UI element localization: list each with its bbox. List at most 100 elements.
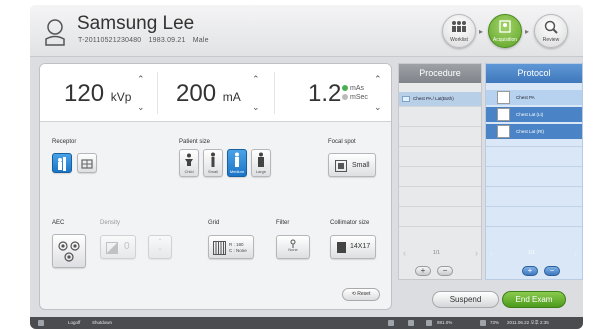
- protocol-item[interactable]: Chest Lat (Rt): [486, 124, 582, 139]
- step-worklist[interactable]: Worklist: [442, 14, 476, 48]
- ma-up-button[interactable]: ⌃: [252, 74, 260, 85]
- density-up-button[interactable]: ⌃: [149, 238, 171, 245]
- logoff-button[interactable]: Logoff: [68, 320, 80, 325]
- reset-label: Reset: [357, 291, 371, 297]
- exposure-bar: 120 kVp ⌃ ⌄ 200 mA ⌃ ⌄ 1.2 mAs mSec ⌃ ⌄: [40, 64, 391, 122]
- wall-stand-icon: [58, 157, 66, 171]
- procedure-list: Procedure Chest PA / Lat(Both) ‹ 1/1 › +…: [398, 63, 482, 280]
- protocol-item-label: Chest Lat (Lt): [516, 112, 544, 117]
- collimator-size-selector[interactable]: 14X17: [330, 235, 376, 259]
- patient-size-small-button[interactable]: Small: [203, 149, 223, 177]
- wireless-icon: [426, 320, 432, 326]
- protocol-list: Protocol Chest PA Chest Lat (Lt) Chest L…: [485, 63, 583, 280]
- protocol-thumbnail: [497, 91, 510, 104]
- radio-unselected-icon: [342, 94, 348, 101]
- time-down-button[interactable]: ⌄: [374, 102, 382, 113]
- child-figure-icon: [185, 153, 193, 166]
- row-divider: [486, 226, 582, 227]
- large-label: Large: [255, 169, 267, 174]
- density-value: 0: [124, 241, 130, 252]
- kvp-down-button[interactable]: ⌄: [137, 102, 145, 113]
- patient-sex: Male: [192, 37, 209, 44]
- procedure-next-icon[interactable]: ›: [475, 248, 478, 258]
- aec-chamber-selector[interactable]: [52, 234, 86, 268]
- mode-mas[interactable]: mAs: [342, 84, 368, 93]
- protocol-add-button[interactable]: +: [522, 266, 538, 276]
- receptor-wall-stand-button[interactable]: [52, 153, 72, 173]
- density-label: Density: [100, 220, 121, 226]
- step-worklist-label: Worklist: [450, 37, 468, 43]
- large-figure-icon: [258, 152, 264, 167]
- protocol-thumbnail: [497, 125, 510, 138]
- time-up-button[interactable]: ⌃: [374, 74, 382, 85]
- filter-selector[interactable]: None: [276, 235, 310, 259]
- filter-value: None: [288, 247, 298, 252]
- row-divider: [486, 146, 582, 147]
- protocol-prev-icon[interactable]: ‹: [490, 248, 493, 258]
- protocol-next-icon[interactable]: ›: [574, 248, 577, 258]
- patient-icon: [45, 19, 65, 46]
- patient-size-large-button[interactable]: Large: [251, 149, 271, 177]
- ma-down-button[interactable]: ⌄: [252, 102, 260, 113]
- small-label: Small: [207, 169, 218, 174]
- storage-icon: [480, 320, 486, 326]
- small-figure-icon: [211, 152, 215, 167]
- protocol-item[interactable]: Chest Lat (Lt): [486, 107, 582, 122]
- receptor-label: Receptor: [52, 139, 77, 145]
- mode-msec[interactable]: mSec: [342, 93, 368, 102]
- receptor-table-button[interactable]: [77, 153, 97, 173]
- patient-size-child-button[interactable]: Child: [179, 149, 199, 177]
- grid-c-value: C : None: [229, 248, 247, 253]
- procedure-item[interactable]: Chest PA / Lat(Both): [399, 92, 481, 106]
- focal-spot-label: Focal spot: [328, 139, 356, 145]
- aec-chambers-icon: [58, 241, 80, 262]
- procedure-add-button[interactable]: +: [415, 266, 431, 276]
- procedure-prev-icon[interactable]: ‹: [403, 248, 406, 258]
- density-stepper[interactable]: ⌃ ⌄: [148, 235, 172, 259]
- kvp-up-button[interactable]: ⌃: [137, 74, 145, 85]
- patient-size-label: Patient size: [179, 139, 211, 145]
- end-exam-button[interactable]: End Exam: [502, 291, 566, 308]
- density-down-button[interactable]: ⌄: [149, 245, 171, 252]
- suspend-button[interactable]: Suspend: [432, 291, 499, 308]
- row-divider: [399, 126, 481, 127]
- ma-display: 200 mA: [176, 80, 241, 108]
- detector-icon: [408, 320, 414, 326]
- date-time: 2011.06.22 오후 2:35: [507, 320, 549, 325]
- protocol-remove-button[interactable]: −: [544, 266, 560, 276]
- patient-meta: T-20110521230480 1983.09.21 Male: [78, 37, 214, 44]
- ma-unit: mA: [222, 90, 241, 104]
- step-acquisition[interactable]: Acquisition: [488, 14, 522, 48]
- patient-name: Samsung Lee: [77, 13, 195, 34]
- grid-icon: [213, 241, 226, 255]
- kvp-unit: kVp: [110, 90, 132, 104]
- row-divider: [486, 166, 582, 167]
- worklist-icon: [452, 21, 466, 32]
- patient-header: Samsung Lee T-20110521230480 1983.09.21 …: [30, 5, 583, 57]
- patient-birth-date: 1983.09.21: [148, 37, 186, 44]
- time-mode-selector[interactable]: mAs mSec: [342, 84, 368, 102]
- protocol-item-label: Chest PA: [516, 95, 535, 100]
- step-review[interactable]: Review: [534, 14, 568, 48]
- patient-id: T-20110521230480: [78, 37, 142, 44]
- grid-selector[interactable]: R : 180 C : None: [208, 235, 254, 259]
- reset-button[interactable]: ⟲ Reset: [342, 288, 380, 301]
- battery-level: 981.0%: [437, 320, 453, 325]
- time-display: 1.2: [308, 80, 341, 108]
- density-icon: [106, 242, 118, 254]
- density-control[interactable]: 0: [100, 235, 136, 259]
- protocol-item[interactable]: Chest PA: [486, 90, 582, 105]
- protocol-pager: 1/1: [528, 250, 535, 256]
- row-divider: [399, 206, 481, 207]
- row-divider: [399, 106, 481, 107]
- procedure-remove-button[interactable]: −: [437, 266, 453, 276]
- focal-spot-button[interactable]: Small: [328, 153, 376, 177]
- step-review-label: Review: [542, 37, 560, 43]
- acquisition-settings-panel: 120 kVp ⌃ ⌄ 200 mA ⌃ ⌄ 1.2 mAs mSec ⌃ ⌄: [39, 63, 392, 310]
- time-value: 1.2: [308, 80, 342, 107]
- protocol-header: Protocol: [486, 64, 582, 83]
- medium-label: Medium: [229, 169, 245, 174]
- patient-size-medium-button[interactable]: Medium: [227, 149, 247, 177]
- kvp-value: 120: [64, 80, 105, 107]
- shutdown-button[interactable]: Shutdown: [92, 320, 112, 325]
